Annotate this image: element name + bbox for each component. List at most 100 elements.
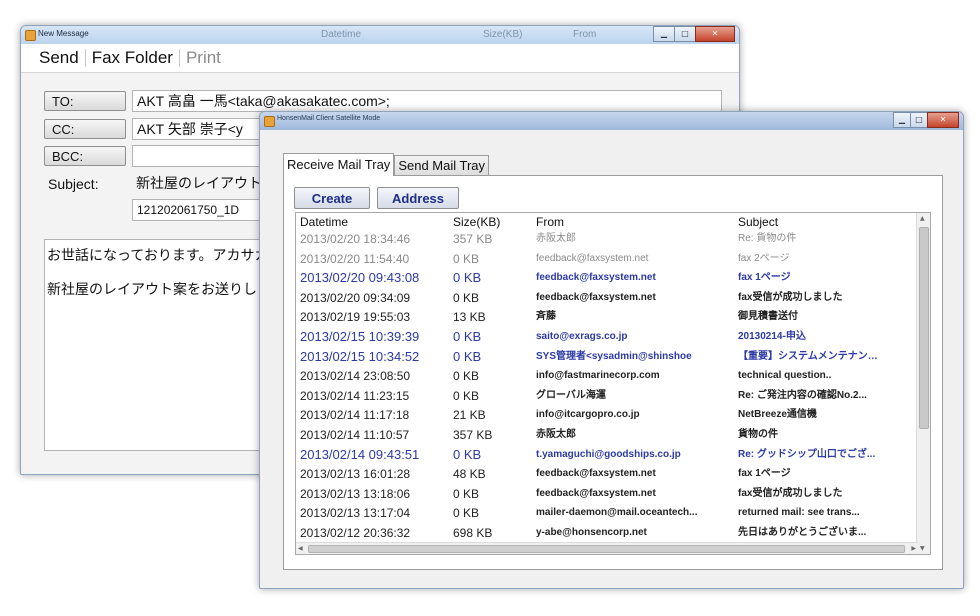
column-header-size[interactable]: Size(KB)	[453, 214, 533, 230]
mail-client-window: HonsenMail Client Satellite Mode ▁ □ ✕ R…	[259, 111, 964, 589]
tab-send-mail-tray[interactable]: Send Mail Tray	[394, 155, 490, 176]
mail-list[interactable]: Datetime Size(KB) From Subject 2013/02/2…	[295, 212, 931, 555]
minimize-button[interactable]: ▁	[653, 26, 675, 42]
cell-datetime: 2013/02/14 23:08:50	[300, 369, 411, 384]
cell-subject: Re: ご発注内容の確認No.2...	[738, 389, 867, 401]
close-icon: ✕	[939, 115, 947, 124]
menu-send[interactable]: Send	[35, 48, 83, 68]
cell-datetime: 2013/02/13 13:17:04	[300, 506, 411, 521]
cell-datetime: 2013/02/15 10:39:39	[300, 329, 420, 344]
cell-size: 0 KB	[453, 251, 480, 266]
cell-subject: technical question..	[738, 370, 832, 382]
horizontal-scrollbar[interactable]: ◀ ▶	[296, 542, 918, 554]
subject-label: Subject:	[48, 176, 99, 192]
cell-from: feedback@faxsystem.net	[536, 272, 656, 284]
cell-from: feedback@faxsystem.net	[536, 468, 656, 480]
cell-subject: 先日はありがとうございま...	[738, 527, 867, 538]
cell-from: feedback@faxsystem.net	[536, 291, 656, 303]
menu-bar: Send Fax Folder Print	[21, 44, 739, 73]
window-title: New Message	[38, 29, 89, 38]
cell-datetime: 2013/02/20 09:34:09	[300, 290, 411, 305]
menu-fax-folder[interactable]: Fax Folder	[88, 48, 177, 68]
cell-subject: fax 1ページ	[738, 468, 791, 480]
minimize-button[interactable]: ▁	[893, 112, 911, 128]
cell-size: 0 KB	[453, 446, 482, 462]
tray-tabs: Receive Mail Tray Send Mail Tray	[283, 153, 490, 176]
cc-button[interactable]: CC:	[44, 119, 126, 139]
receive-tray-panel: Create Address Datetime Size(KB) From Su…	[283, 175, 943, 570]
maximize-button[interactable]: □	[910, 112, 928, 128]
cell-size: 0 KB	[453, 329, 482, 344]
menu-print[interactable]: Print	[182, 48, 225, 68]
cell-from: info@itcargopro.co.jp	[536, 409, 640, 421]
window-title: HonsenMail Client Satellite Mode	[277, 115, 381, 122]
new-message-titlebar[interactable]: New Message Datetime Size(KB) From ▁ □ ✕	[21, 26, 739, 44]
cell-size: 21 KB	[453, 408, 486, 423]
vertical-scroll-thumb[interactable]	[919, 227, 929, 429]
column-header-from[interactable]: From	[536, 214, 734, 230]
scroll-left-icon[interactable]: ◀	[298, 545, 303, 552]
cell-datetime: 2013/02/14 09:43:51	[300, 446, 420, 462]
cell-datetime: 2013/02/13 16:01:28	[300, 467, 411, 482]
cell-subject: returned mail: see trans...	[738, 507, 860, 519]
cell-subject: 御見積書送付	[738, 311, 798, 323]
mail-client-titlebar[interactable]: HonsenMail Client Satellite Mode ▁ □ ✕	[260, 112, 963, 130]
minimize-icon: ▁	[660, 29, 668, 38]
cell-from: mailer-daemon@mail.oceantech...	[536, 507, 698, 519]
cell-datetime: 2013/02/20 11:54:40	[300, 251, 410, 266]
cell-size: 0 KB	[453, 270, 482, 286]
column-header-subject[interactable]: Subject	[738, 214, 910, 230]
to-button[interactable]: TO:	[44, 91, 126, 111]
cell-from: 赤阪太郎	[536, 429, 576, 440]
cell-size: 48 KB	[453, 467, 486, 482]
cell-subject: fax受信が成功しました	[738, 291, 843, 303]
column-header-datetime[interactable]: Datetime	[300, 214, 450, 230]
cell-size: 357 KB	[453, 232, 493, 246]
faded-header-size: Size(KB)	[483, 29, 523, 40]
app-icon	[264, 116, 275, 127]
cell-datetime: 2013/02/14 11:17:18	[300, 408, 410, 423]
cell-from: t.yamaguchi@goodships.co.jp	[536, 448, 681, 460]
cell-subject: 【重要】システムメンテナン…	[738, 350, 878, 362]
close-button[interactable]: ✕	[695, 26, 735, 42]
close-icon: ✕	[711, 29, 719, 38]
cell-size: 698 KB	[453, 526, 493, 540]
create-button[interactable]: Create	[294, 187, 370, 209]
cell-subject: fax 1ページ	[738, 272, 791, 284]
menu-separator	[84, 49, 86, 67]
cell-from: feedback@faxsystem.net	[536, 252, 649, 264]
close-button[interactable]: ✕	[927, 112, 959, 128]
cell-from: info@fastmarinecorp.com	[536, 370, 660, 382]
faded-header-datetime: Datetime	[321, 29, 362, 40]
address-button[interactable]: Address	[377, 187, 459, 209]
cell-from: 斉藤	[536, 311, 556, 323]
scroll-up-icon[interactable]: ▲	[920, 215, 925, 222]
cell-size: 0 KB	[453, 369, 480, 384]
to-field[interactable]: AKT 高畠 一馬<taka@akasakatec.com>;	[132, 90, 722, 112]
cell-size: 0 KB	[453, 290, 480, 305]
faded-header-from: From	[573, 29, 597, 40]
scroll-down-icon[interactable]: ▼	[920, 545, 925, 552]
cell-from: y-abe@honsencorp.net	[536, 527, 647, 538]
cell-from: グローバル海運	[536, 389, 606, 401]
cell-from: SYS管理者<sysadmin@shinshoe	[536, 350, 692, 362]
maximize-button[interactable]: □	[674, 26, 696, 42]
tab-receive-mail-tray[interactable]: Receive Mail Tray	[283, 153, 395, 176]
cell-datetime: 2013/02/13 13:18:06	[300, 486, 411, 501]
maximize-icon: □	[681, 29, 689, 38]
cell-size: 0 KB	[453, 506, 480, 521]
cell-datetime: 2013/02/12 20:36:32	[300, 526, 411, 540]
bcc-button[interactable]: BCC:	[44, 146, 126, 166]
cell-subject: Re: グッドシップ山口でござ...	[738, 448, 876, 460]
cell-size: 0 KB	[453, 388, 480, 403]
app-icon	[25, 30, 36, 41]
cell-size: 0 KB	[453, 486, 480, 501]
vertical-scrollbar[interactable]: ▲ ▼	[916, 213, 930, 554]
minimize-icon: ▁	[898, 115, 906, 124]
horizontal-scroll-thumb[interactable]	[308, 545, 905, 553]
cell-datetime: 2013/02/20 18:34:46	[300, 232, 411, 246]
cell-size: 0 KB	[453, 348, 482, 364]
scroll-right-icon[interactable]: ▶	[911, 545, 916, 552]
cell-from: 赤阪太郎	[536, 233, 576, 244]
cell-subject: NetBreeze通信機	[738, 409, 817, 421]
